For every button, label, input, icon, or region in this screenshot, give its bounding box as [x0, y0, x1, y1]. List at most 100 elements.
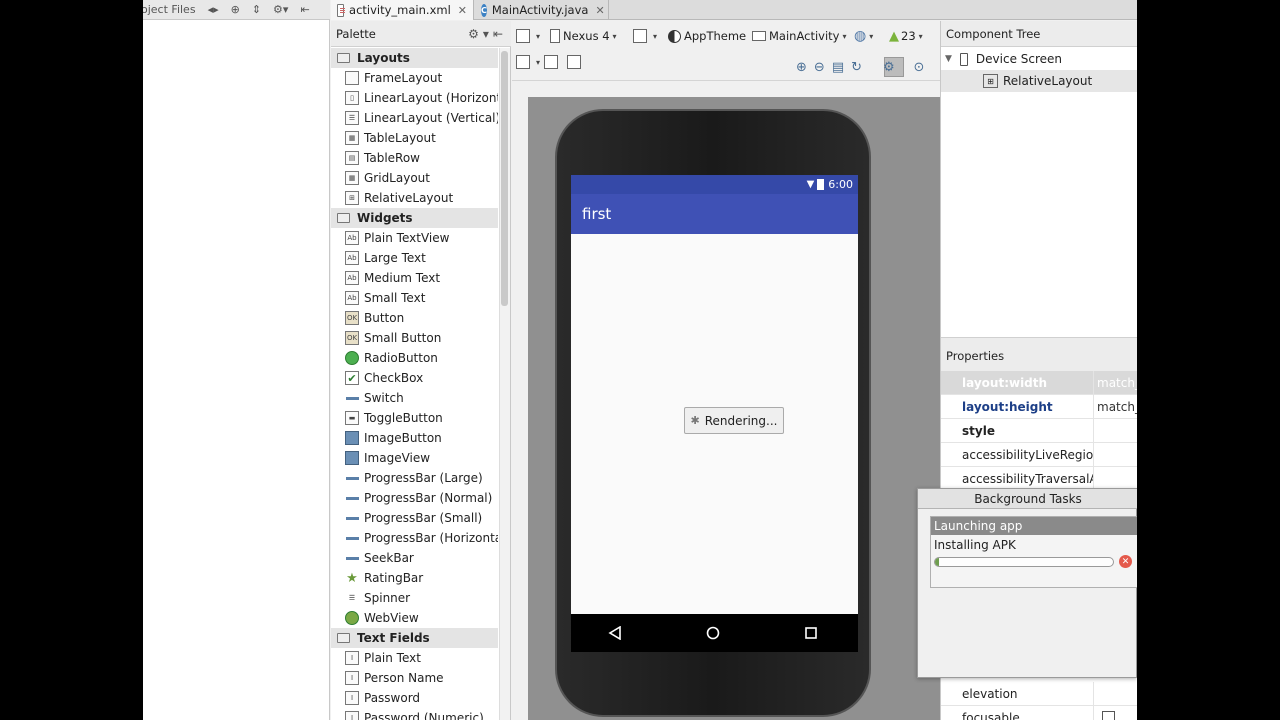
palette-category-widgets[interactable]: Widgets [331, 208, 498, 228]
palette-item-switch[interactable]: Switch [331, 388, 498, 408]
task-title: Launching app [931, 517, 1137, 535]
java-class-icon: C [481, 3, 487, 17]
palette-item-small-button[interactable]: OK Small Button [331, 328, 498, 348]
tab-main-activity[interactable]: C MainActivity.java ✕ [475, 0, 609, 20]
palette-item-progressbar-small[interactable]: ProgressBar (Small) [331, 508, 498, 528]
property-value[interactable]: match_ [1097, 400, 1137, 414]
hide-icon[interactable]: ⇤ [300, 3, 309, 16]
palette-scrollbar-thumb[interactable] [501, 51, 508, 306]
theme-dropdown[interactable]: AppTheme [668, 25, 746, 47]
palette-item-tablelayout[interactable]: ▦ TableLayout [331, 128, 498, 148]
tab-activity-main[interactable]: activity_main.xml ✕ [331, 0, 474, 20]
spinner-icon: ☰ [348, 594, 356, 602]
zoom-in-icon[interactable]: ⊕ [796, 60, 807, 75]
property-key: layout:height [962, 399, 1053, 414]
palette-category-layouts[interactable]: Layouts [331, 48, 498, 68]
palette-item-person-name[interactable]: I Person Name [331, 668, 498, 688]
gear-icon[interactable]: ⚙▾ [468, 27, 493, 41]
item-label: FrameLayout [364, 71, 443, 85]
palette-item-small-text[interactable]: Ab Small Text [331, 288, 498, 308]
property-row-elevation[interactable]: elevation [941, 682, 1137, 706]
collapse-icon[interactable]: ◂▸ [208, 3, 219, 16]
palette-category-text-fields[interactable]: Text Fields [331, 628, 498, 648]
document-icon[interactable]: ▤ [832, 60, 844, 75]
spinner-icon: ✱ [690, 414, 700, 427]
refresh-icon[interactable]: ↻ [851, 60, 862, 75]
fit-screen-icon [516, 55, 530, 69]
gear-icon[interactable]: ⚙ [883, 60, 895, 75]
palette-item-progressbar-normal[interactable]: ProgressBar (Normal) [331, 488, 498, 508]
api-level-dropdown[interactable]: ▲ 23 ▾ [889, 25, 923, 47]
task-status: Installing APK [934, 538, 1016, 552]
design-mode-dropdown[interactable]: ▾ [516, 25, 540, 47]
palette-item-linearlayout-horizontal[interactable]: ▯ LinearLayout (Horizontal) [331, 88, 498, 108]
palette-item-checkbox[interactable]: ✔ CheckBox [331, 368, 498, 388]
horizontal-fit-button[interactable] [544, 51, 561, 73]
scroll-from-source-icon[interactable]: ⇕ [252, 3, 261, 16]
design-canvas[interactable]: ▼ 6:00 first ✱ Rendering... [528, 97, 940, 720]
api-label: 23 [901, 29, 916, 43]
palette-item-tablerow[interactable]: ▤ TableRow [331, 148, 498, 168]
focusable-checkbox[interactable] [1102, 711, 1115, 720]
property-key: style [962, 423, 995, 438]
linearlayout-horizontal-icon: ▯ [345, 91, 359, 105]
item-label: WebView [364, 611, 419, 625]
close-icon[interactable]: ✕ [458, 4, 467, 17]
device-dropdown[interactable]: Nexus 4 ▾ [550, 25, 617, 47]
palette-item-large-text[interactable]: Ab Large Text [331, 248, 498, 268]
palette-item-radiobutton[interactable]: RadioButton [331, 348, 498, 368]
palette-item-relativelayout[interactable]: ⊞ RelativeLayout [331, 188, 498, 208]
activity-label: MainActivity [769, 29, 840, 43]
palette-item-spinner[interactable]: ☰ Spinner [331, 588, 498, 608]
gridlayout-icon: ▦ [345, 171, 359, 185]
cancel-task-icon[interactable]: ✕ [1119, 555, 1132, 568]
palette-item-progressbar-large[interactable]: ProgressBar (Large) [331, 468, 498, 488]
orientation-dropdown[interactable]: ▾ [633, 25, 657, 47]
palette-item-password[interactable]: I Password [331, 688, 498, 708]
back-icon[interactable] [603, 621, 627, 645]
item-label: ImageButton [364, 431, 442, 445]
palette-item-imagebutton[interactable]: ImageButton [331, 428, 498, 448]
hide-icon[interactable]: ⇤ [493, 27, 507, 41]
activity-dropdown[interactable]: MainActivity ▾ [752, 25, 846, 47]
palette-item-medium-text[interactable]: Ab Medium Text [331, 268, 498, 288]
palette-item-seekbar[interactable]: SeekBar [331, 548, 498, 568]
zoom-fit-dropdown[interactable]: ▾ [516, 51, 540, 73]
palette-item-webview[interactable]: WebView [331, 608, 498, 628]
vertical-fit-button[interactable] [567, 51, 584, 73]
palette-item-password-numeric[interactable]: I Password (Numeric) [331, 708, 498, 720]
palette-item-ratingbar[interactable]: ★ RatingBar [331, 568, 498, 588]
palette-item-button[interactable]: OK Button [331, 308, 498, 328]
palette-item-plain-textview[interactable]: Ab Plain TextView [331, 228, 498, 248]
tree-item-relativelayout[interactable]: ⊞ RelativeLayout [941, 70, 1137, 92]
target-icon[interactable]: ⊕ [231, 3, 240, 16]
item-label: ImageView [364, 451, 431, 465]
palette-item-progressbar-horizontal[interactable]: ProgressBar (Horizontal) [331, 528, 498, 548]
property-row-focusable[interactable]: focusable [941, 706, 1137, 720]
property-row-layout-height[interactable]: layout:height match_ [941, 395, 1137, 419]
zoom-out-icon[interactable]: ⊖ [814, 60, 825, 75]
property-row-style[interactable]: style [941, 419, 1137, 443]
locale-dropdown[interactable]: ◍ ▾ [854, 25, 873, 47]
home-icon[interactable] [701, 621, 725, 645]
palette-item-framelayout[interactable]: FrameLayout [331, 68, 498, 88]
expand-arrow-icon[interactable]: ▼ [945, 54, 952, 64]
gear-icon[interactable]: ⚙▾ [273, 3, 288, 16]
edittext-icon: I [345, 651, 359, 665]
checkbox-icon: ✔ [345, 371, 359, 385]
palette-item-imageview[interactable]: ImageView [331, 448, 498, 468]
palette-item-plain-text[interactable]: I Plain Text [331, 648, 498, 668]
project-view-label[interactable]: oject Files [143, 3, 196, 16]
property-value[interactable]: match_ [1097, 376, 1137, 390]
property-row-accessibility-live-region[interactable]: accessibilityLiveRegion [941, 443, 1137, 467]
palette-item-gridlayout[interactable]: ▦ GridLayout [331, 168, 498, 188]
recents-icon[interactable] [799, 621, 823, 645]
close-icon[interactable]: ✕ [595, 4, 604, 17]
framelayout-icon [345, 71, 359, 85]
palette-item-togglebutton[interactable]: ▬ ToggleButton [331, 408, 498, 428]
palette-item-linearlayout-vertical[interactable]: ☰ LinearLayout (Vertical) [331, 108, 498, 128]
item-label: RatingBar [364, 571, 424, 585]
project-toolbar: oject Files ◂▸ ⊕ ⇕ ⚙▾ ⇤ [143, 0, 330, 20]
tree-item-device-screen[interactable]: ▼ Device Screen [941, 48, 1137, 70]
property-row-layout-width[interactable]: layout:width match_ [941, 371, 1137, 395]
